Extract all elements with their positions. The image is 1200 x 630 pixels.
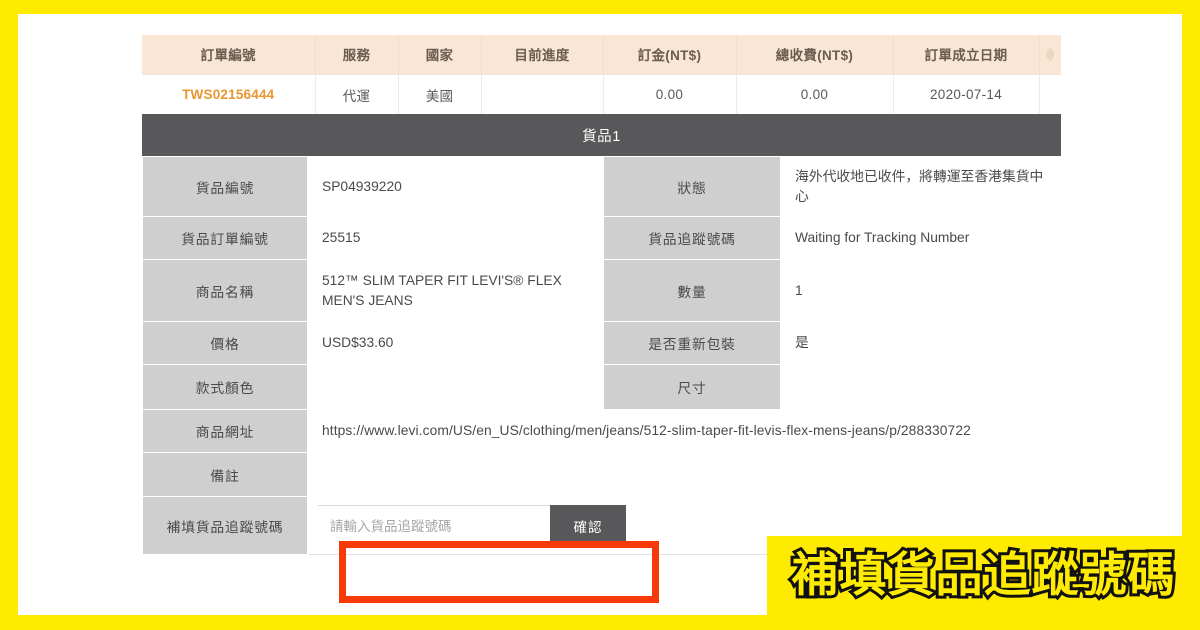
value-item-no: SP04939220 [307, 156, 604, 217]
col-order-id[interactable]: 訂單編號 [142, 35, 316, 74]
order-header-row: 訂單編號 服務 國家 目前進度 訂金(NT$) 總收費(NT$) 訂單成立日期 [142, 35, 1061, 74]
value-price: USD$33.60 [307, 321, 604, 365]
value-status: 海外代收地已收件，將轉運至香港集貨中心 [780, 156, 1062, 217]
col-country[interactable]: 國家 [398, 35, 482, 74]
value-size [780, 364, 1062, 410]
cell-total-fee: 0.00 [736, 73, 894, 116]
label-price: 價格 [142, 321, 308, 365]
label-product-name: 商品名稱 [142, 259, 308, 322]
label-style-color: 款式顏色 [142, 364, 308, 410]
detail-row-price: 價格 USD$33.60 是否重新包裝 是 [142, 321, 1062, 365]
cell-deposit: 0.00 [603, 73, 737, 116]
detail-row-item-no: 貨品編號 SP04939220 狀態 海外代收地已收件，將轉運至香港集貨中心 [142, 156, 1062, 217]
cell-order-id[interactable]: TWS02156444 [142, 73, 316, 116]
value-product-url[interactable]: https://www.levi.com/US/en_US/clothing/m… [307, 409, 1062, 453]
value-item-order-no: 25515 [307, 216, 604, 260]
value-product-name: 512™ SLIM TAPER FIT LEVI'S® FLEX MEN'S J… [307, 259, 604, 322]
item-panel-title: 貨品1 [142, 114, 1061, 156]
label-item-order-no: 貨品訂單編號 [142, 216, 308, 260]
item-detail-panel: 貨品1 貨品編號 SP04939220 狀態 海外代收地已收件，將轉運至香港集貨… [142, 114, 1062, 555]
col-created-date[interactable]: 訂單成立日期 [893, 35, 1040, 74]
sort-diamond-icon[interactable] [1046, 47, 1055, 62]
cell-progress [481, 73, 604, 116]
label-quantity: 數量 [603, 259, 781, 322]
caption-banner-text: 補填貨品追蹤號碼 [789, 548, 1178, 603]
value-quantity: 1 [780, 259, 1062, 322]
detail-row-product-url: 商品網址 https://www.levi.com/US/en_US/cloth… [142, 409, 1062, 453]
detail-row-style-color: 款式顏色 尺寸 [142, 364, 1062, 410]
value-repack: 是 [780, 321, 1062, 365]
cell-service: 代運 [315, 73, 399, 116]
order-table-body: TWS02156444 代運 美國 0.00 0.00 2020-07-14 [142, 73, 1061, 116]
label-item-no: 貨品編號 [142, 156, 308, 217]
value-tracking-no: Waiting for Tracking Number [780, 216, 1062, 260]
item-detail-table: 貨品編號 SP04939220 狀態 海外代收地已收件，將轉運至香港集貨中心 貨… [142, 156, 1062, 555]
order-id-link[interactable]: TWS02156444 [182, 87, 274, 102]
detail-row-product-name: 商品名稱 512™ SLIM TAPER FIT LEVI'S® FLEX ME… [142, 259, 1062, 322]
cell-sort-spacer [1039, 73, 1061, 116]
label-note: 備註 [142, 452, 308, 497]
col-total-fee[interactable]: 總收費(NT$) [736, 35, 894, 74]
label-status: 狀態 [603, 156, 781, 217]
label-size: 尺寸 [603, 364, 781, 410]
order-summary-table: 訂單編號 服務 國家 目前進度 訂金(NT$) 總收費(NT$) 訂單成立日期 … [142, 35, 1061, 116]
col-deposit[interactable]: 訂金(NT$) [603, 35, 737, 74]
detail-row-note: 備註 [142, 452, 1062, 497]
confirm-button[interactable]: 確認 [550, 504, 626, 547]
col-service[interactable]: 服務 [315, 35, 399, 74]
value-note [307, 452, 1062, 497]
order-table-header: 訂單編號 服務 國家 目前進度 訂金(NT$) 總收費(NT$) 訂單成立日期 [142, 35, 1061, 74]
tracking-number-input[interactable] [318, 504, 550, 547]
label-product-url: 商品網址 [142, 409, 308, 453]
detail-row-item-order-no: 貨品訂單編號 25515 貨品追蹤號碼 Waiting for Tracking… [142, 216, 1062, 260]
label-tracking-no: 貨品追蹤號碼 [603, 216, 781, 260]
label-fill-tracking: 補填貨品追蹤號碼 [142, 496, 308, 555]
cell-country: 美國 [398, 73, 482, 116]
caption-banner: 補填貨品追蹤號碼 [767, 536, 1200, 615]
col-sort-handle[interactable] [1039, 35, 1061, 74]
col-progress[interactable]: 目前進度 [481, 35, 604, 74]
cell-created-date: 2020-07-14 [893, 73, 1040, 116]
value-style-color [307, 364, 604, 410]
label-repack: 是否重新包裝 [603, 321, 781, 365]
table-row[interactable]: TWS02156444 代運 美國 0.00 0.00 2020-07-14 [142, 73, 1061, 116]
page-canvas: 訂單編號 服務 國家 目前進度 訂金(NT$) 總收費(NT$) 訂單成立日期 … [18, 14, 1182, 615]
